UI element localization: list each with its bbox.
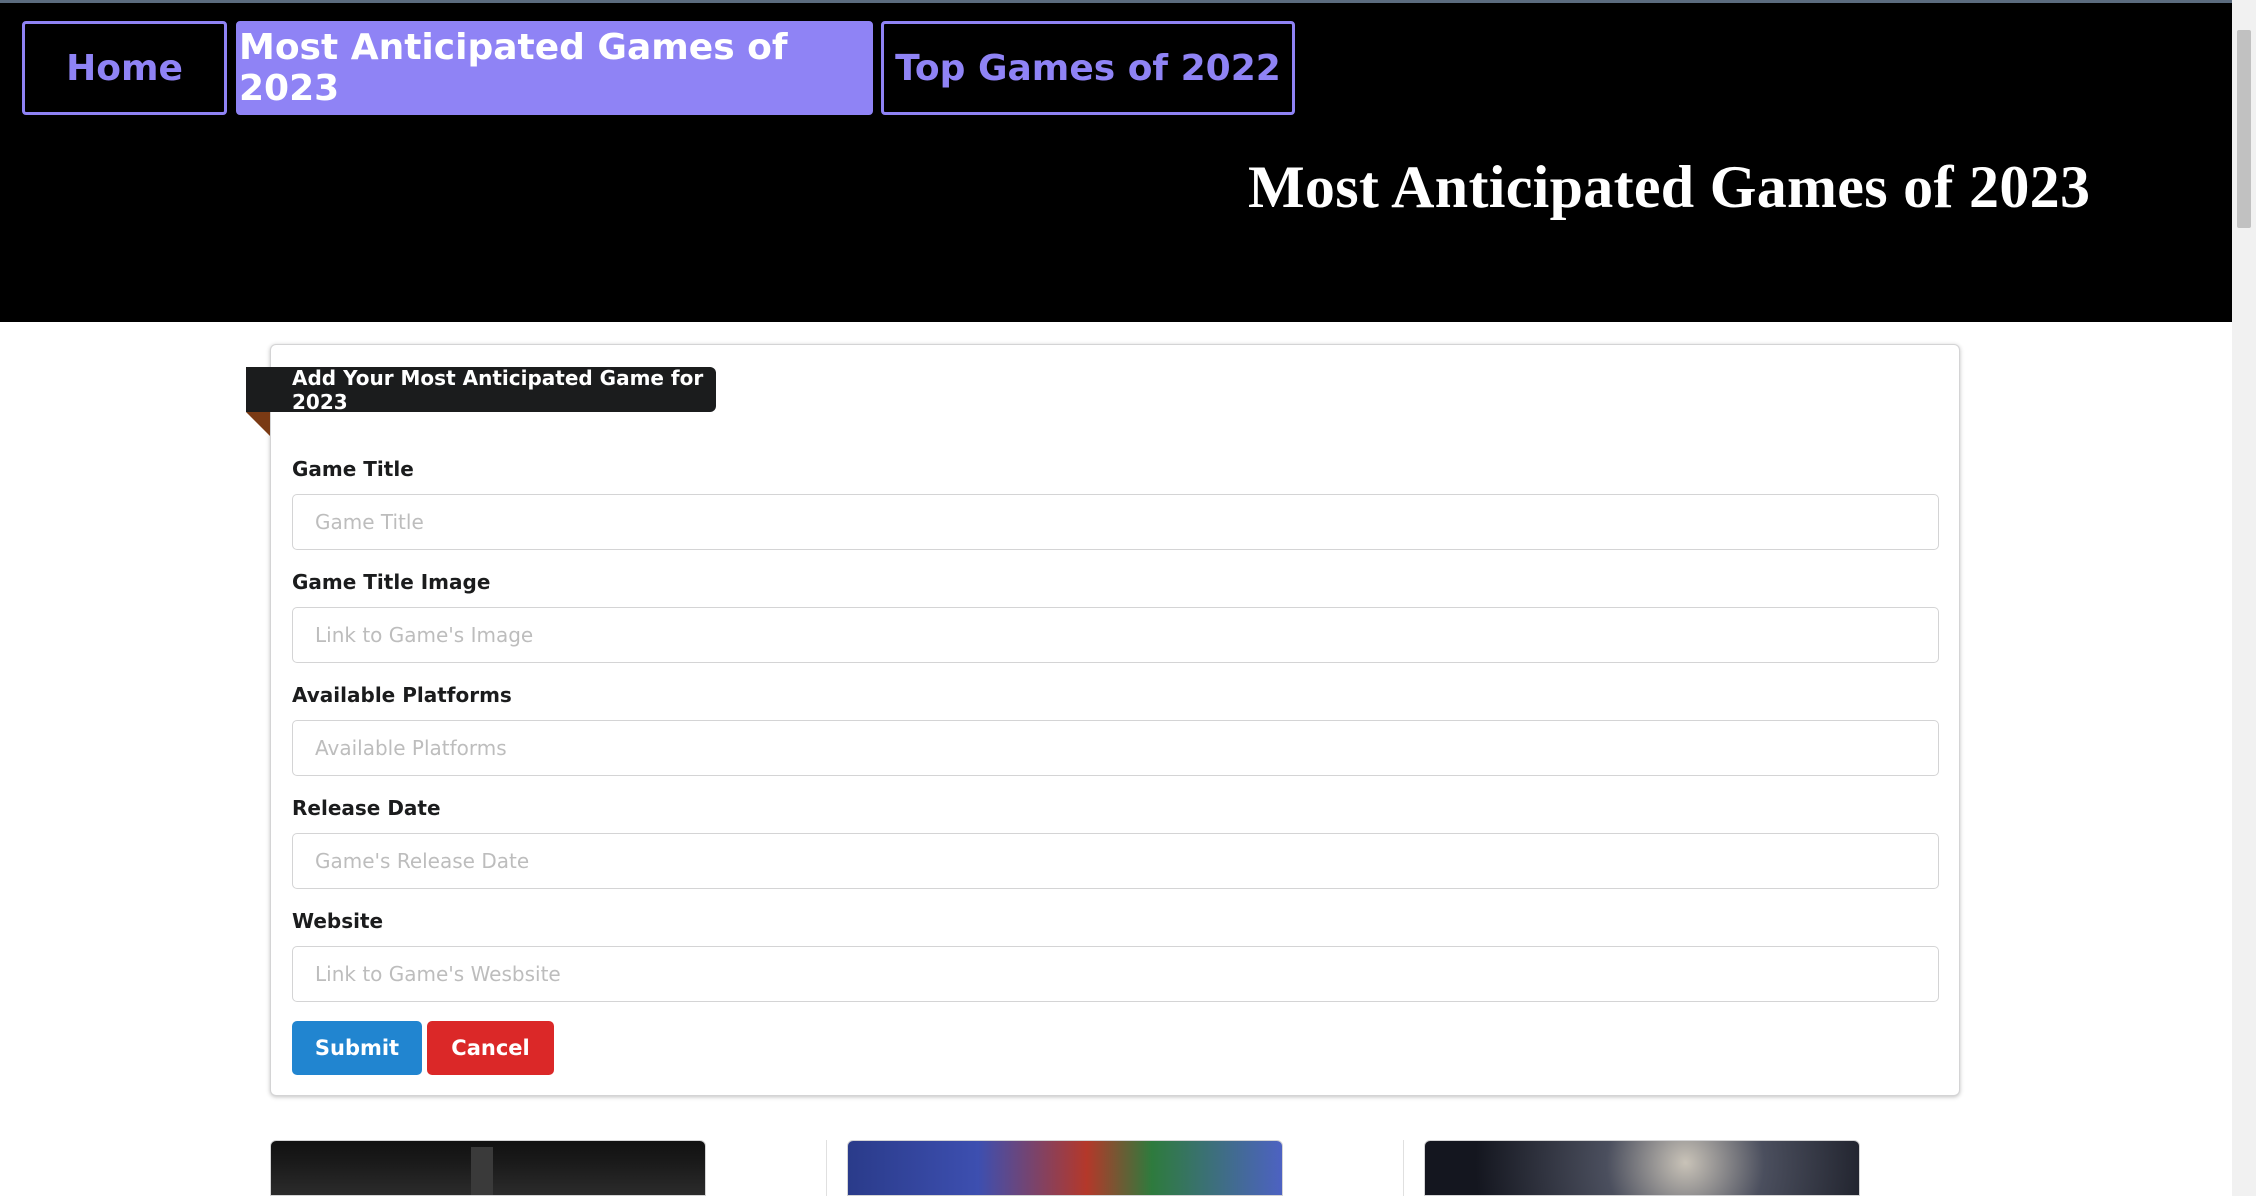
scrollbar-thumb[interactable] xyxy=(2237,30,2251,228)
page-title: Most Anticipated Games of 2023 xyxy=(1248,154,2091,220)
website-label: Website xyxy=(292,909,384,933)
card-divider xyxy=(1403,1140,1404,1196)
cancel-button[interactable]: Cancel xyxy=(427,1021,554,1075)
top-header: Home Most Anticipated Games of 2023 Top … xyxy=(0,0,2232,322)
submit-button[interactable]: Submit xyxy=(292,1021,422,1075)
platforms-label: Available Platforms xyxy=(292,683,512,707)
ribbon-fold xyxy=(246,412,270,436)
platforms-input[interactable] xyxy=(292,720,1939,776)
game-cover-image xyxy=(848,1141,1282,1195)
game-card[interactable] xyxy=(847,1140,1283,1196)
game-card[interactable] xyxy=(1424,1140,1860,1196)
nav-anticipated-2023-button[interactable]: Most Anticipated Games of 2023 xyxy=(236,21,873,115)
game-image-input[interactable] xyxy=(292,607,1939,663)
game-cover-image xyxy=(271,1141,705,1195)
website-input[interactable] xyxy=(292,946,1939,1002)
game-title-label: Game Title xyxy=(292,457,414,481)
release-date-label: Release Date xyxy=(292,796,441,820)
nav-home-button[interactable]: Home xyxy=(22,21,227,115)
game-image-label: Game Title Image xyxy=(292,570,491,594)
nav-top-2022-button[interactable]: Top Games of 2022 xyxy=(881,21,1295,115)
form-ribbon-label: Add Your Most Anticipated Game for 2023 xyxy=(246,366,716,414)
game-cover-image xyxy=(1425,1141,1859,1195)
release-date-input[interactable] xyxy=(292,833,1939,889)
castle-silhouette xyxy=(471,1147,493,1195)
card-divider xyxy=(826,1140,827,1196)
vertical-scrollbar[interactable] xyxy=(2232,0,2256,1196)
game-card[interactable] xyxy=(270,1140,706,1196)
game-title-input[interactable] xyxy=(292,494,1939,550)
